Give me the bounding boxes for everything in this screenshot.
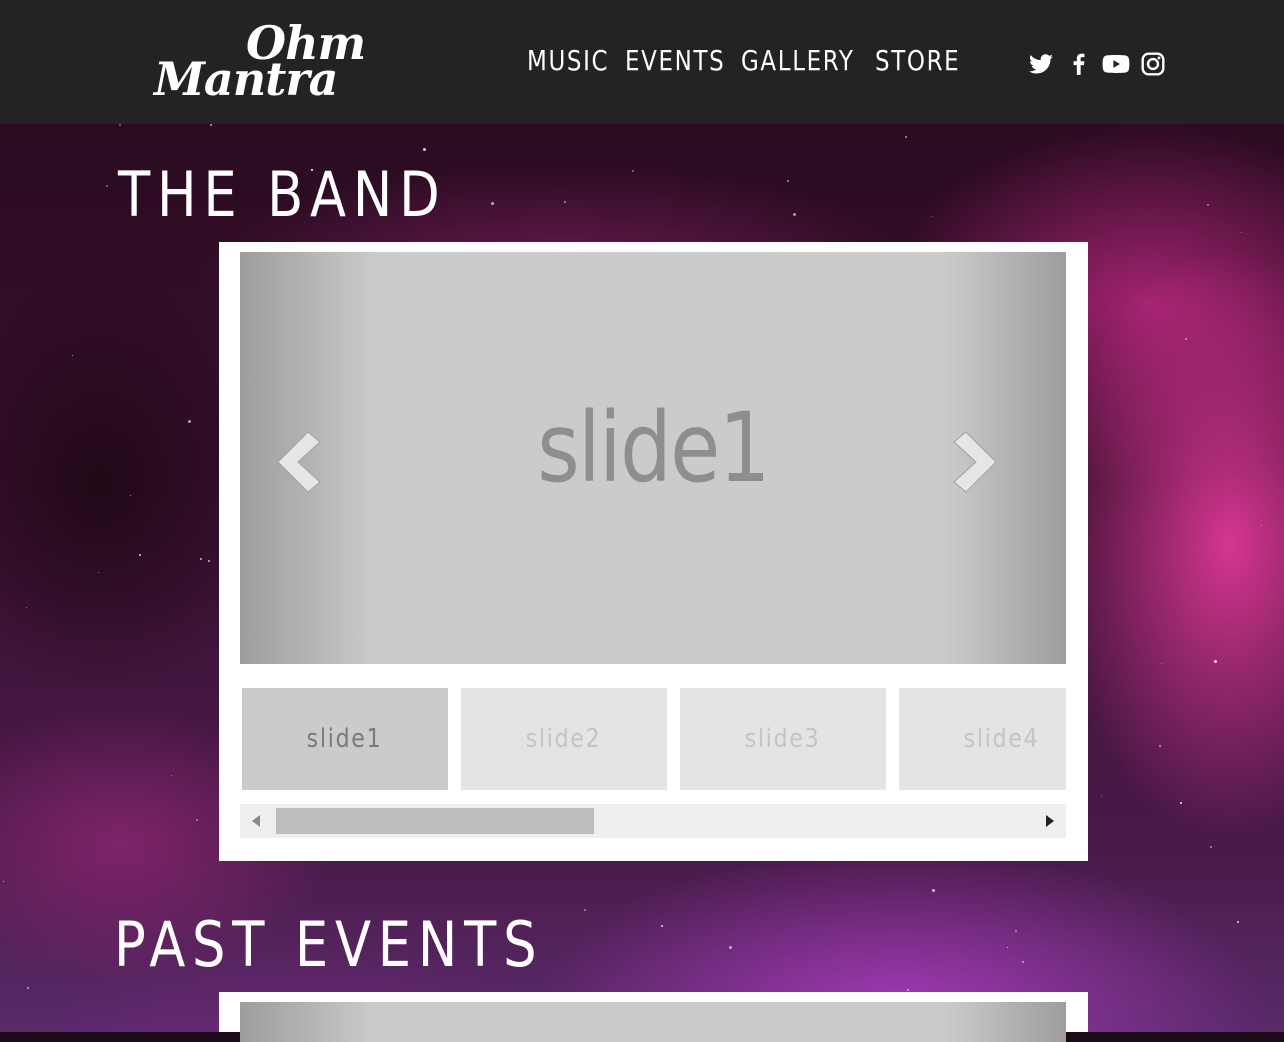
nav-gallery[interactable]: GALLERY	[741, 44, 855, 77]
star	[1022, 961, 1024, 963]
thumbnail-slide2[interactable]: slide2	[461, 688, 667, 790]
thumbnail-slide4[interactable]: slide4	[899, 688, 1066, 790]
star	[661, 925, 663, 927]
star	[27, 987, 29, 989]
star	[932, 889, 935, 892]
section-title-past-events: PAST EVENTS	[114, 908, 544, 981]
twitter-icon[interactable]	[1028, 50, 1054, 78]
star	[1214, 660, 1217, 663]
youtube-icon[interactable]	[1102, 50, 1130, 78]
nav-music[interactable]: MUSIC	[527, 44, 609, 77]
star	[188, 420, 191, 423]
star	[196, 819, 198, 821]
instagram-icon[interactable]	[1140, 50, 1166, 78]
next-slide-button[interactable]	[952, 430, 997, 494]
section-title-the-band: THE BAND	[118, 158, 447, 231]
main-slide: slide1	[240, 252, 1066, 664]
scroll-right-button[interactable]	[1032, 804, 1066, 838]
star	[1180, 802, 1182, 804]
star	[632, 170, 634, 172]
star	[1161, 663, 1162, 664]
site-logo[interactable]: Ohm Mantra	[150, 16, 370, 108]
star	[1007, 947, 1008, 948]
star	[1207, 204, 1209, 206]
scroll-left-button[interactable]	[240, 804, 274, 838]
star	[200, 558, 202, 560]
facebook-icon[interactable]	[1066, 50, 1092, 78]
star	[98, 572, 99, 573]
chevron-left-icon	[277, 431, 321, 493]
thumbnail-scrollbar[interactable]	[240, 804, 1066, 838]
star	[1241, 232, 1242, 233]
star	[907, 989, 909, 991]
star	[171, 775, 172, 776]
nav-store[interactable]: STORE	[875, 44, 960, 77]
star	[119, 124, 121, 126]
star	[210, 124, 212, 126]
triangle-left-icon	[252, 815, 260, 827]
star	[729, 946, 732, 949]
star	[423, 148, 426, 151]
past-events-slider	[219, 992, 1088, 1042]
logo-line-2: Mantra	[154, 52, 338, 106]
star	[1237, 921, 1239, 923]
chevron-right-icon	[953, 431, 997, 493]
star	[208, 560, 210, 562]
past-events-slide	[240, 1002, 1066, 1042]
thumbnail-strip: slide1 slide2 slide3 slide4	[240, 686, 1066, 790]
star	[72, 355, 73, 356]
triangle-right-icon	[1046, 815, 1054, 827]
star	[905, 136, 907, 138]
star	[1015, 930, 1017, 932]
thumbnail-slide3[interactable]: slide3	[680, 688, 886, 790]
star	[564, 201, 566, 203]
scrollbar-thumb[interactable]	[276, 808, 594, 834]
star	[1210, 846, 1212, 848]
nav-events[interactable]: EVENTS	[625, 44, 725, 77]
star	[1261, 525, 1262, 526]
star	[931, 216, 932, 217]
star	[787, 180, 789, 182]
prev-slide-button[interactable]	[277, 430, 322, 494]
star	[139, 554, 141, 556]
main-slide-label: slide1	[537, 392, 770, 504]
star	[584, 909, 586, 911]
star	[3, 881, 4, 882]
star	[26, 607, 27, 608]
star	[793, 213, 796, 216]
star	[130, 495, 131, 496]
star	[1159, 745, 1161, 747]
star	[106, 185, 108, 187]
band-slider: slide1 slide1 slide2 slide3 slide4	[219, 242, 1088, 861]
site-header: Ohm Mantra MUSIC EVENTS GALLERY STORE	[0, 0, 1284, 124]
thumbnail-slide1[interactable]: slide1	[242, 688, 448, 790]
star	[1101, 796, 1102, 797]
star	[1185, 338, 1187, 340]
star	[491, 202, 494, 205]
